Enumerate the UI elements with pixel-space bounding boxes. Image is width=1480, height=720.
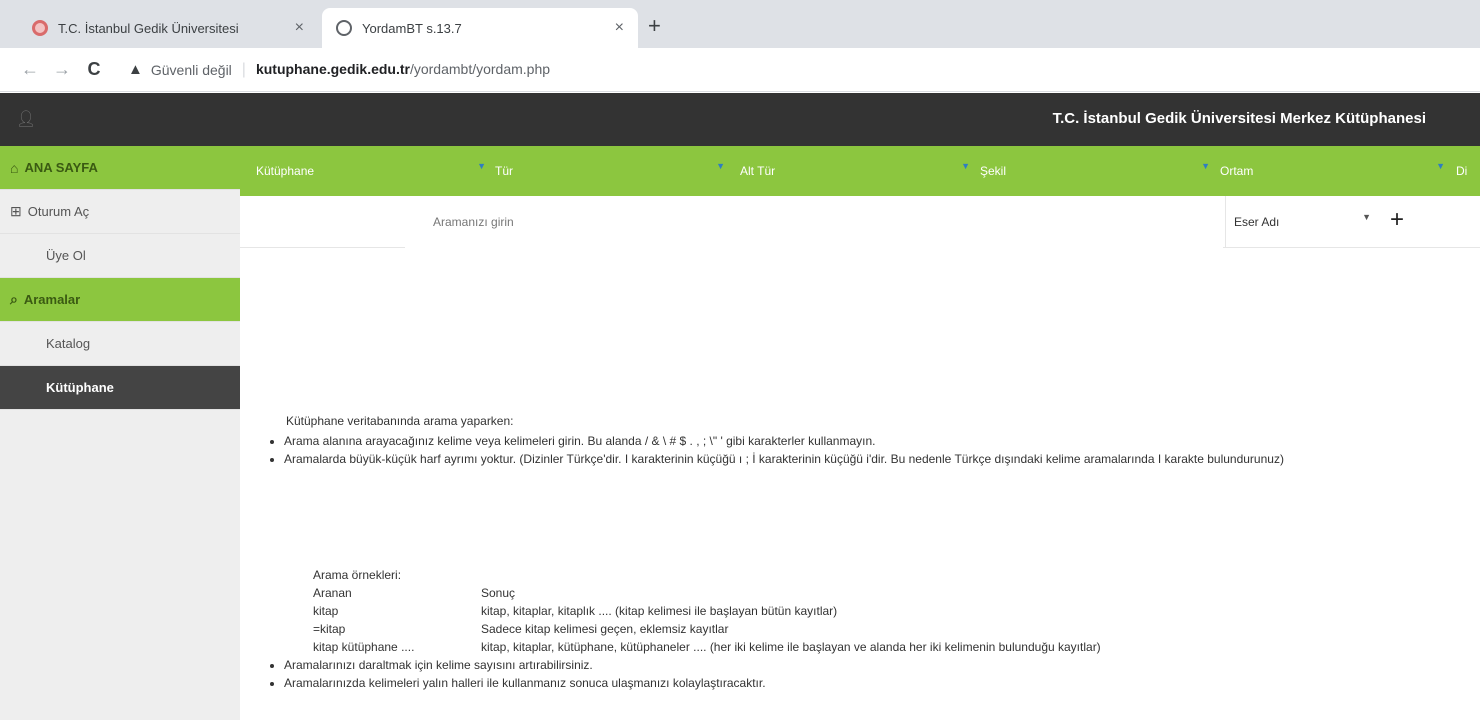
sidebar-item-catalog[interactable]: Katalog bbox=[0, 322, 240, 366]
filter-shape-select[interactable]: Şekil ▼ bbox=[980, 146, 1210, 196]
new-tab-button[interactable]: + bbox=[648, 12, 661, 40]
dropdown-arrow-icon: ▼ bbox=[1362, 212, 1371, 222]
browser-tab-strip: T.C. İstanbul Gedik Üniversitesi × Yorda… bbox=[0, 0, 1480, 48]
library-title: T.C. İstanbul Gedik Üniversitesi Merkez … bbox=[1052, 110, 1426, 127]
login-icon: ⊞ bbox=[10, 203, 22, 219]
sidebar-item-login[interactable]: ⊞ Oturum Aç bbox=[0, 190, 240, 234]
list-item: Aramalarda büyük-küçük harf ayrımı yoktu… bbox=[284, 450, 1480, 468]
table-row: kitap kütüphane .... kitap, kitaplar, kü… bbox=[313, 638, 1101, 656]
url-field[interactable]: kutuphane.gedik.edu.tr/yordambt/yordam.p… bbox=[256, 61, 550, 79]
example-result: Sonuç bbox=[481, 586, 516, 600]
sidebar-item-searches[interactable]: ⌕ Aramalar bbox=[0, 278, 240, 322]
dropdown-arrow-icon: ▼ bbox=[716, 161, 725, 171]
site-favicon-icon bbox=[32, 20, 48, 36]
filter-label: Şekil bbox=[980, 164, 1007, 178]
search-field-select[interactable]: Eser Adı ▼ bbox=[1225, 196, 1385, 248]
dropdown-arrow-icon: ▼ bbox=[961, 161, 970, 171]
home-icon: ⌂ bbox=[10, 159, 19, 176]
table-row: Aranan Sonuç bbox=[313, 584, 1101, 602]
example-query: =kitap bbox=[313, 622, 346, 636]
browser-tab[interactable]: T.C. İstanbul Gedik Üniversitesi × bbox=[18, 8, 318, 48]
back-arrow-icon[interactable]: ← bbox=[14, 59, 46, 80]
sidebar: ⌂ ANA SAYFA ⊞ Oturum Aç Üye Ol ⌕ Aramala… bbox=[0, 146, 240, 720]
add-criteria-button[interactable]: + bbox=[1390, 206, 1404, 234]
table-row: kitap kitap, kitaplar, kitaplık .... (ki… bbox=[313, 602, 1101, 620]
help-list-tips: Aramalarınızı daraltmak için kelime sayı… bbox=[284, 656, 766, 692]
sidebar-item-label: Üye Ol bbox=[46, 248, 86, 263]
security-indicator[interactable]: ▲ Güvenli değil bbox=[128, 61, 232, 78]
example-query: Aranan bbox=[313, 586, 352, 600]
search-input[interactable] bbox=[405, 196, 1223, 248]
filter-bar: Kütüphane ▼ Tür ▼ Alt Tür ▼ Şekil ▼ Orta… bbox=[240, 146, 1480, 196]
site-header: 👤︎ T.C. İstanbul Gedik Üniversitesi Merk… bbox=[0, 93, 1480, 146]
example-query: kitap kütüphane .... bbox=[313, 640, 415, 654]
tab-close-icon[interactable]: × bbox=[295, 19, 304, 37]
examples-block: Arama örnekleri: Aranan Sonuç kitap kita… bbox=[313, 566, 1101, 656]
warning-icon: ▲ bbox=[128, 61, 143, 78]
list-item: Aramalarınızı daraltmak için kelime sayı… bbox=[284, 656, 766, 674]
filter-type-select[interactable]: Tür ▼ bbox=[495, 146, 725, 196]
sidebar-item-label: Kütüphane bbox=[46, 380, 114, 395]
tab-title: T.C. İstanbul Gedik Üniversitesi bbox=[58, 20, 239, 36]
filter-label: Kütüphane bbox=[256, 164, 315, 178]
security-label: Güvenli değil bbox=[150, 61, 232, 78]
search-help: Kütüphane veritabanında arama yaparken: … bbox=[240, 248, 1480, 720]
filter-more-select[interactable]: Di bbox=[1456, 146, 1480, 196]
filter-label: Ortam bbox=[1220, 164, 1254, 178]
sidebar-item-label: Aramalar bbox=[23, 292, 81, 307]
filter-library-select[interactable]: Kütüphane ▼ bbox=[256, 146, 486, 196]
example-result: Sadece kitap kelimesi geçen, eklemsiz ka… bbox=[481, 622, 729, 636]
list-item: Aramalarınızda kelimeleri yalın halleri … bbox=[284, 674, 766, 692]
filter-medium-select[interactable]: Ortam ▼ bbox=[1220, 146, 1445, 196]
sidebar-item-label: ANA SAYFA bbox=[24, 160, 98, 175]
list-item: Arama alanına arayacağınız kelime veya k… bbox=[284, 432, 1480, 450]
examples-title: Arama örnekleri: bbox=[313, 568, 402, 582]
tab-close-icon[interactable]: × bbox=[615, 19, 624, 37]
filter-label: Tür bbox=[495, 164, 513, 178]
example-result: kitap, kitaplar, kütüphane, kütüphaneler… bbox=[481, 640, 1101, 654]
dropdown-arrow-icon: ▼ bbox=[1201, 161, 1210, 171]
reload-icon[interactable]: C bbox=[78, 59, 110, 80]
url-host: kutuphane.gedik.edu.tr bbox=[255, 60, 410, 77]
globe-icon bbox=[336, 20, 352, 36]
forward-arrow-icon[interactable]: → bbox=[46, 59, 78, 80]
filter-subtype-select[interactable]: Alt Tür ▼ bbox=[740, 146, 970, 196]
help-intro: Kütüphane veritabanında arama yaparken: bbox=[286, 414, 514, 428]
url-separator: | bbox=[241, 60, 246, 78]
sidebar-item-label: Katalog bbox=[46, 336, 91, 351]
help-list: Arama alanına arayacağınız kelime veya k… bbox=[284, 432, 1480, 468]
filter-label: Di bbox=[1456, 164, 1468, 178]
example-result: kitap, kitaplar, kitaplık .... (kitap ke… bbox=[481, 604, 838, 618]
dropdown-arrow-icon: ▼ bbox=[477, 161, 486, 171]
example-query: kitap bbox=[313, 604, 339, 618]
tab-title: YordamBT s.13.7 bbox=[362, 20, 462, 36]
url-path: /yordambt/yordam.php bbox=[409, 60, 551, 77]
search-bar: Eser Adı ▼ + bbox=[240, 196, 1480, 248]
sidebar-item-register[interactable]: Üye Ol bbox=[0, 234, 240, 278]
sidebar-item-home[interactable]: ⌂ ANA SAYFA bbox=[0, 146, 240, 190]
table-row: =kitap Sadece kitap kelimesi geçen, ekle… bbox=[313, 620, 1101, 638]
search-icon: ⌕ bbox=[10, 291, 18, 307]
filter-label: Alt Tür bbox=[740, 164, 776, 178]
browser-tab-active[interactable]: YordamBT s.13.7 × bbox=[322, 8, 638, 48]
address-bar: ← → C ▲ Güvenli değil | kutuphane.gedik.… bbox=[0, 48, 1480, 92]
sidebar-item-label: Oturum Aç bbox=[27, 204, 90, 219]
search-field-label: Eser Adı bbox=[1234, 215, 1280, 229]
sidebar-item-library[interactable]: Kütüphane bbox=[0, 366, 240, 410]
user-icon[interactable]: 👤︎ bbox=[16, 109, 36, 129]
dropdown-arrow-icon: ▼ bbox=[1436, 161, 1445, 171]
